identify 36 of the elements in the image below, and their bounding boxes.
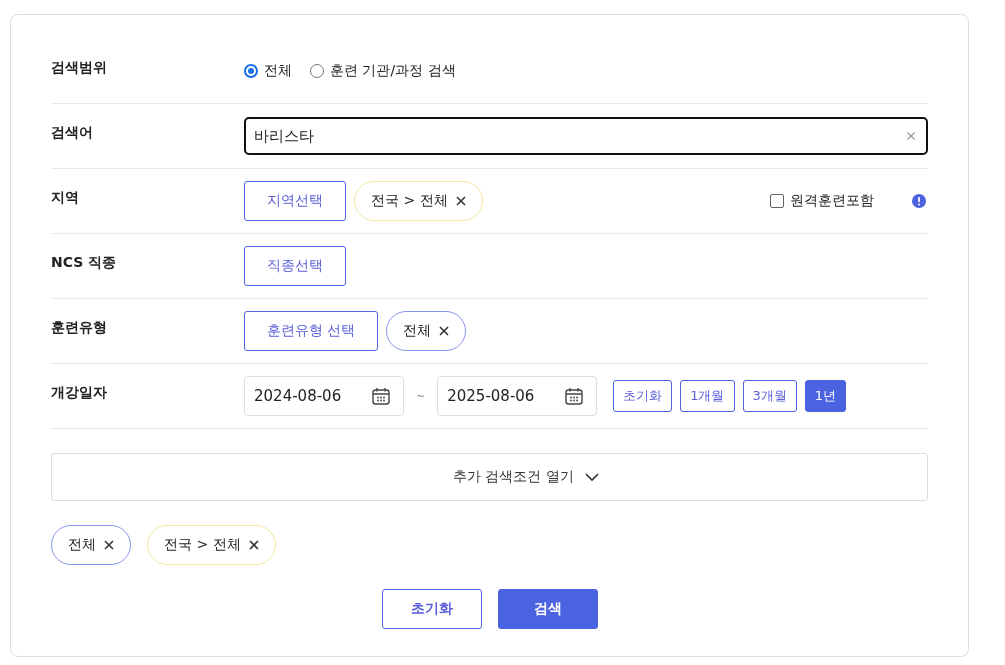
search-button[interactable]: 검색 xyxy=(497,589,598,629)
search-field[interactable]: 바리스타 xyxy=(244,117,928,155)
close-icon[interactable] xyxy=(455,196,466,206)
chip-label: 전국 > 전체 xyxy=(164,536,241,554)
field-label: NCS 직종 xyxy=(51,253,118,272)
expand-button[interactable]: 추가 검색조건 열기 xyxy=(51,453,928,501)
field-label: 검색어 xyxy=(51,123,94,142)
select-button[interactable]: 직종선택 xyxy=(244,246,346,286)
close-icon[interactable] xyxy=(248,540,259,550)
field-label: 훈련유형 xyxy=(51,318,108,337)
field-label: 지역 xyxy=(51,188,80,207)
chevron-icon xyxy=(583,472,600,482)
calendar-icon[interactable] xyxy=(564,386,585,406)
close-icon[interactable] xyxy=(439,326,450,336)
date-field[interactable]: 2024-08-06 xyxy=(244,376,404,416)
select-button[interactable]: 지역선택 xyxy=(244,181,346,221)
date-field[interactable]: 2025-08-06 xyxy=(437,376,598,416)
chip-label: 전체 xyxy=(403,322,432,340)
period-button[interactable]: 1년 xyxy=(804,380,847,412)
clear-icon[interactable] xyxy=(906,131,916,141)
period-button[interactable]: 초기화 xyxy=(613,380,673,412)
field-label: 검색범위 xyxy=(51,58,108,77)
chip-label: 전체 xyxy=(68,536,96,554)
period-button[interactable]: 3개월 xyxy=(742,380,797,412)
period-button[interactable]: 1개월 xyxy=(680,380,735,412)
range-separator: ~ xyxy=(416,389,426,403)
radio-option[interactable]: 훈련 기관/과정 검색 xyxy=(310,62,456,80)
chip-label: 전국 > 전체 xyxy=(371,192,448,210)
reset-button[interactable]: 초기화 xyxy=(381,589,482,629)
info-icon[interactable] xyxy=(912,194,926,208)
calendar-icon[interactable] xyxy=(371,386,391,406)
select-button[interactable]: 훈련유형 선택 xyxy=(244,311,379,351)
radio-option[interactable]: 전체 xyxy=(244,62,292,80)
checkbox[interactable]: 원격훈련포함 xyxy=(770,192,874,210)
close-icon[interactable] xyxy=(104,540,114,550)
field-label: 개강일자 xyxy=(51,383,108,402)
